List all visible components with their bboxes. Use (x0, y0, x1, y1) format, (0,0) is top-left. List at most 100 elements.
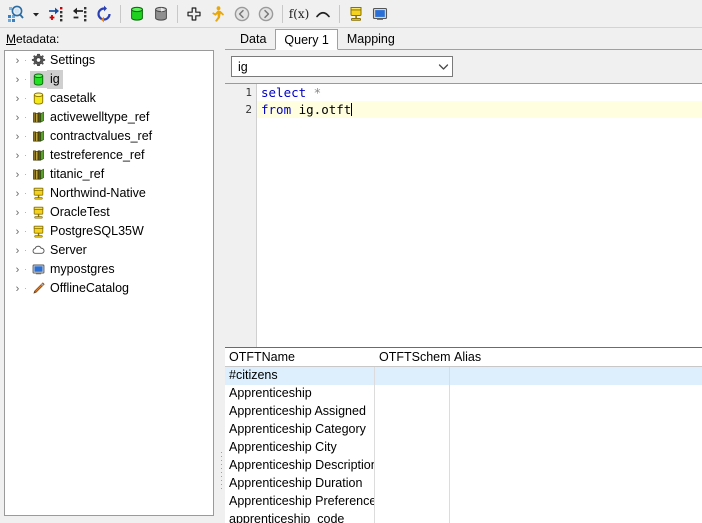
tree-item-testreference-ref[interactable]: › · testreference_ref (5, 146, 213, 165)
tree-item-titanic-ref[interactable]: › · titanic_ref (5, 165, 213, 184)
dropdown-arrow-icon[interactable] (28, 2, 44, 26)
code-line-1[interactable]: select * (257, 84, 702, 101)
cell-otftname[interactable]: Apprenticeship Category (225, 421, 375, 439)
editor-lines[interactable]: select * from ig.otft (257, 84, 702, 347)
column-header-alias[interactable]: Alias (450, 348, 702, 366)
chevron-right-icon[interactable]: › (11, 203, 24, 222)
cell-alias[interactable] (450, 475, 702, 493)
books-icon (30, 128, 47, 145)
sql-editor[interactable]: 1 2 select * from ig.otft (225, 83, 702, 347)
pencil-icon (30, 280, 47, 297)
refresh-icon[interactable] (92, 2, 116, 26)
tree-item-northwind-native[interactable]: › · Northwind-Native (5, 184, 213, 203)
cell-alias[interactable] (450, 367, 702, 385)
back-icon[interactable] (230, 2, 254, 26)
table-row[interactable]: #citizens (225, 367, 702, 385)
cell-otftname[interactable]: Apprenticeship Assigned (225, 403, 375, 421)
tree-item-settings[interactable]: › · Settings (5, 51, 213, 70)
server-icon (30, 223, 47, 240)
metadata-tree[interactable]: › · Settings › · ig › · casetalk › · act… (4, 50, 214, 516)
cell-otftschema[interactable] (375, 403, 450, 421)
chevron-right-icon[interactable]: › (11, 127, 24, 146)
cell-otftname[interactable]: Apprenticeship Preference (225, 493, 375, 511)
cell-otftname[interactable]: Apprenticeship Description (225, 457, 375, 475)
splitter-grip[interactable] (221, 452, 222, 490)
add-row-icon[interactable] (44, 2, 68, 26)
database-green-icon[interactable] (125, 2, 149, 26)
cell-alias[interactable] (450, 457, 702, 475)
column-header-otftschema[interactable]: OTFTSchema (375, 348, 450, 366)
cell-otftschema[interactable] (375, 511, 450, 523)
tree-item-oracletest[interactable]: › · OracleTest (5, 203, 213, 222)
arc-icon[interactable] (311, 2, 335, 26)
chevron-down-icon[interactable] (434, 57, 452, 76)
line-number: 2 (245, 103, 252, 116)
connection-select[interactable]: ig (231, 56, 453, 77)
run-icon[interactable] (206, 2, 230, 26)
cell-otftname[interactable]: Apprenticeship Duration (225, 475, 375, 493)
table-row[interactable]: Apprenticeship Category (225, 421, 702, 439)
monitor-icon[interactable] (368, 2, 392, 26)
function-icon[interactable]: f(x) (287, 2, 311, 26)
cell-alias[interactable] (450, 511, 702, 523)
cell-otftschema[interactable] (375, 439, 450, 457)
tree-item-offlinecatalog[interactable]: › · OfflineCatalog (5, 279, 213, 298)
tab-data[interactable]: Data (231, 28, 275, 49)
table-row[interactable]: Apprenticeship City (225, 439, 702, 457)
chevron-right-icon[interactable]: › (11, 51, 24, 70)
table-row[interactable]: Apprenticeship Assigned (225, 403, 702, 421)
chevron-right-icon[interactable]: › (11, 241, 24, 260)
server-icon[interactable] (344, 2, 368, 26)
table-row[interactable]: apprenticeship_code (225, 511, 702, 523)
connection-select-value: ig (238, 59, 248, 74)
cell-otftschema[interactable] (375, 457, 450, 475)
cell-otftschema[interactable] (375, 385, 450, 403)
tree-item-mypostgres[interactable]: › · mypostgres (5, 260, 213, 279)
cell-alias[interactable] (450, 385, 702, 403)
table-row[interactable]: Apprenticeship Description (225, 457, 702, 475)
cell-otftschema[interactable] (375, 421, 450, 439)
cell-otftname[interactable]: Apprenticeship (225, 385, 375, 403)
database-gray-icon[interactable] (149, 2, 173, 26)
cell-otftname[interactable]: #citizens (225, 367, 375, 385)
results-grid[interactable]: OTFTName OTFTSchema Alias #citizens Appr… (225, 347, 702, 523)
chevron-right-icon[interactable]: › (11, 70, 24, 89)
cell-alias[interactable] (450, 439, 702, 457)
cell-alias[interactable] (450, 421, 702, 439)
table-row[interactable]: Apprenticeship (225, 385, 702, 403)
cell-otftname[interactable]: apprenticeship_code (225, 511, 375, 523)
add-plus-icon[interactable] (182, 2, 206, 26)
table-row[interactable]: Apprenticeship Duration (225, 475, 702, 493)
chevron-right-icon[interactable]: › (11, 165, 24, 184)
tree-item-contractvalues-ref[interactable]: › · contractvalues_ref (5, 127, 213, 146)
cell-alias[interactable] (450, 493, 702, 511)
cell-otftname[interactable]: Apprenticeship City (225, 439, 375, 457)
chevron-right-icon[interactable]: › (11, 260, 24, 279)
forward-icon[interactable] (254, 2, 278, 26)
chevron-right-icon[interactable]: › (11, 222, 24, 241)
remove-row-icon[interactable] (68, 2, 92, 26)
tree-item-ig[interactable]: › · ig (5, 70, 213, 89)
tree-item-activewelltype-ref[interactable]: › · activewelltype_ref (5, 108, 213, 127)
tree-item-server[interactable]: › · Server (5, 241, 213, 260)
panel-splitter[interactable] (218, 28, 225, 522)
query-panel: Data Query 1 Mapping ig 1 2 select * fro… (225, 28, 702, 523)
new-query-icon[interactable] (4, 2, 28, 26)
column-header-otftname[interactable]: OTFTName (225, 348, 375, 366)
code-line-2[interactable]: from ig.otft (257, 101, 702, 118)
chevron-right-icon[interactable]: › (11, 108, 24, 127)
tree-item-postgresql35w[interactable]: › · PostgreSQL35W (5, 222, 213, 241)
cell-alias[interactable] (450, 403, 702, 421)
cell-otftschema[interactable] (375, 493, 450, 511)
cell-otftschema[interactable] (375, 475, 450, 493)
editor-gutter: 1 2 (225, 84, 257, 347)
chevron-right-icon[interactable]: › (11, 89, 24, 108)
chevron-right-icon[interactable]: › (11, 146, 24, 165)
tab-query-1[interactable]: Query 1 (275, 29, 338, 50)
chevron-right-icon[interactable]: › (11, 184, 24, 203)
table-row[interactable]: Apprenticeship Preference (225, 493, 702, 511)
tab-mapping[interactable]: Mapping (338, 28, 404, 49)
chevron-right-icon[interactable]: › (11, 279, 24, 298)
cell-otftschema[interactable] (375, 367, 450, 385)
tree-item-casetalk[interactable]: › · casetalk (5, 89, 213, 108)
